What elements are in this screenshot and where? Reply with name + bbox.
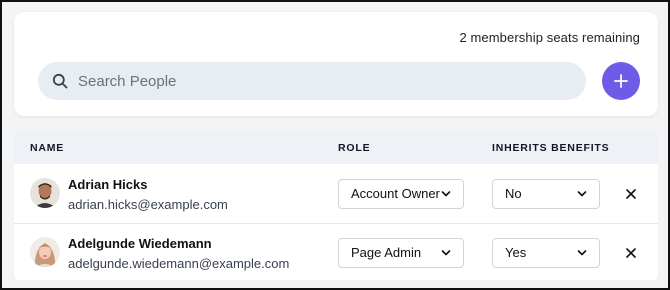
search-bar[interactable] — [38, 62, 586, 100]
chevron-down-icon — [441, 250, 451, 256]
member-name: Adrian Hicks — [68, 177, 148, 192]
inherits-benefits-value: Yes — [505, 245, 527, 260]
role-select[interactable]: Account Owner — [338, 179, 464, 209]
table-header: NAME ROLE INHERITS BENEFITS — [14, 130, 658, 164]
table-row: Adelgunde Wiedemann adelgunde.wiedemann@… — [14, 225, 658, 280]
remove-member-icon[interactable] — [624, 187, 638, 201]
window-frame: 2 membership seats remaining NAME ROLE I… — [0, 0, 670, 290]
plus-icon — [614, 74, 628, 88]
column-header-name: NAME — [30, 142, 65, 154]
inherits-benefits-select[interactable]: No — [492, 179, 600, 209]
people-toolbar-card: 2 membership seats remaining — [14, 12, 658, 116]
search-icon — [52, 73, 68, 89]
role-select[interactable]: Page Admin — [338, 238, 464, 268]
role-select-value: Account Owner — [351, 186, 440, 201]
remove-member-icon[interactable] — [624, 246, 638, 260]
inherits-benefits-value: No — [505, 186, 522, 201]
seats-remaining-text: 2 membership seats remaining — [459, 30, 640, 45]
member-email: adrian.hicks@example.com — [68, 197, 228, 212]
member-email: adelgunde.wiedemann@example.com — [68, 256, 290, 271]
search-input[interactable] — [78, 62, 568, 100]
table-row: Adrian Hicks adrian.hicks@example.com Ac… — [14, 166, 658, 224]
member-name: Adelgunde Wiedemann — [68, 236, 212, 251]
role-select-value: Page Admin — [351, 245, 422, 260]
inherits-benefits-select[interactable]: Yes — [492, 238, 600, 268]
avatar — [30, 178, 60, 208]
chevron-down-icon — [577, 191, 587, 197]
column-header-role: ROLE — [338, 142, 371, 154]
chevron-down-icon — [441, 191, 451, 197]
add-person-button[interactable] — [602, 62, 640, 100]
column-header-inherits-benefits: INHERITS BENEFITS — [492, 142, 610, 154]
chevron-down-icon — [577, 250, 587, 256]
members-table: NAME ROLE INHERITS BENEFITS Adrian Hicks… — [14, 130, 658, 280]
avatar — [30, 237, 60, 267]
